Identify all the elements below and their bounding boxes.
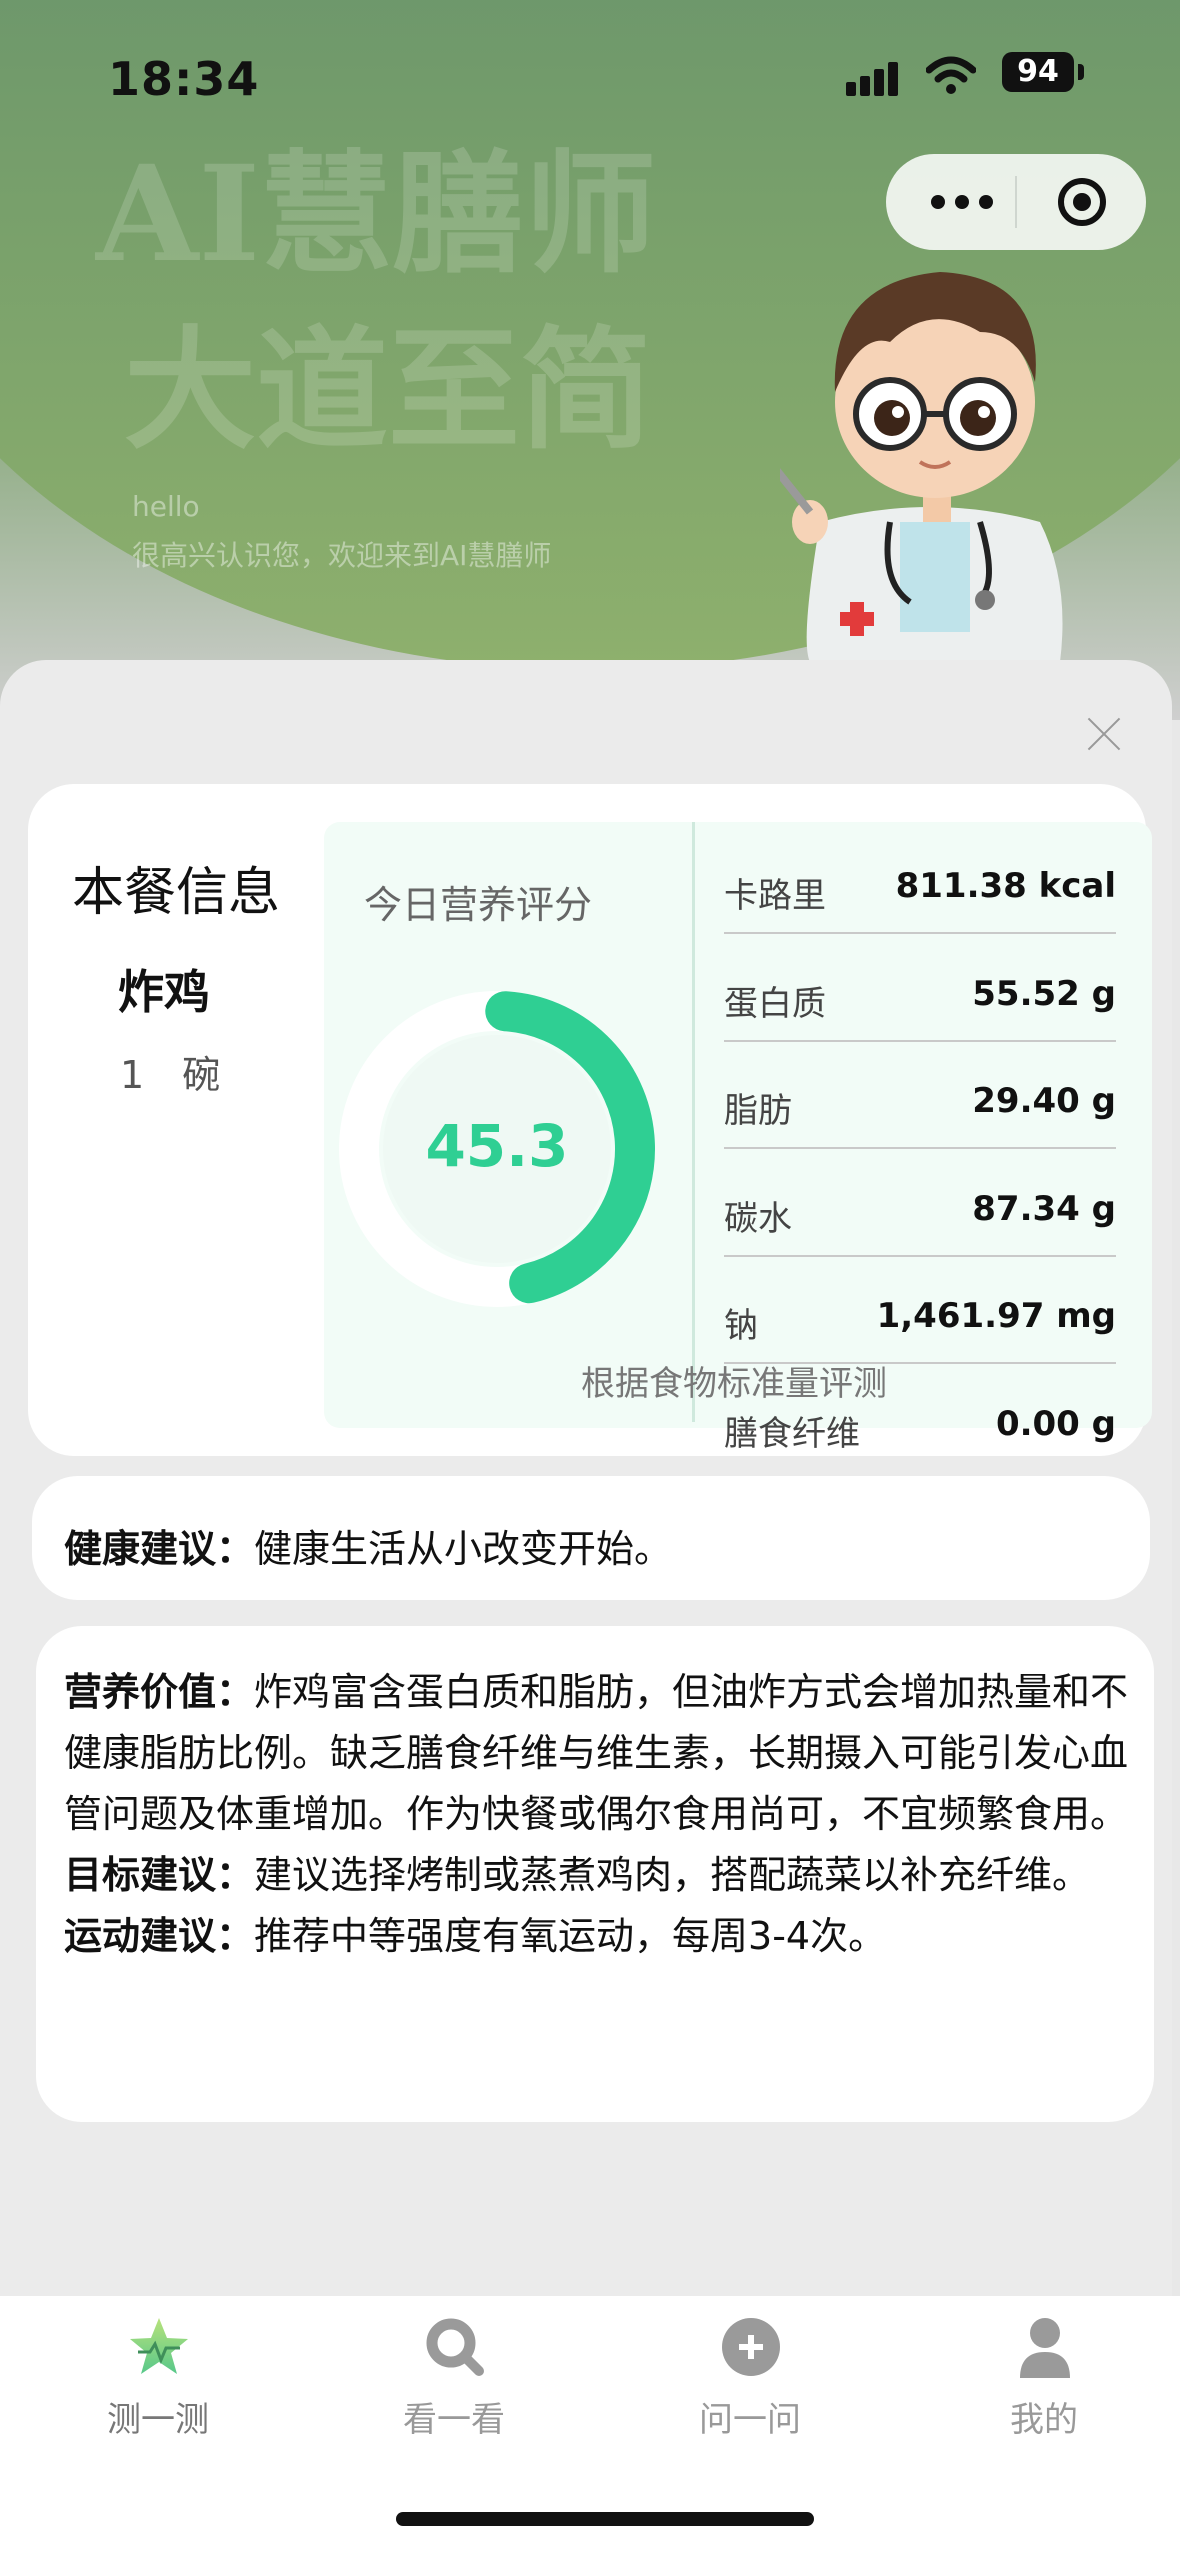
magnifier-icon: [426, 2318, 484, 2376]
nutrient-value: 55.52 g: [972, 973, 1116, 1014]
tab-mine-label: 我的: [1010, 2400, 1078, 2440]
miniprogram-capsule: [886, 154, 1146, 250]
nutrient-name: 膳食纤维: [724, 1414, 860, 1454]
health-advice: 健康建议：健康生活从小改变开始。: [64, 1518, 672, 1573]
tab-ask[interactable]: 问一问: [640, 2316, 860, 2446]
signal-icon: [846, 60, 908, 96]
status-time: 18:34: [108, 52, 260, 106]
hero-title-line2: 大道至简: [124, 313, 652, 468]
home-indicator: [396, 2512, 814, 2526]
nutrient-row: 卡路里 811.38 kcal: [724, 848, 1116, 934]
nutrient-value: 87.34 g: [972, 1188, 1116, 1229]
star-pulse-icon: [130, 2318, 188, 2374]
nutrient-value: 29.40 g: [972, 1081, 1116, 1122]
more-icon[interactable]: [920, 184, 1004, 220]
nutrient-name: 蛋白质: [724, 983, 826, 1024]
tab-measure-label: 测一测: [107, 2400, 209, 2440]
health-advice-text: 健康生活从小改变开始。: [254, 1527, 673, 1571]
nutrient-name: 卡路里: [724, 876, 826, 916]
battery-icon: [1078, 64, 1084, 80]
nutrient-divider: [724, 932, 1116, 934]
nutrient-value: 1,461.97 mg: [876, 1296, 1116, 1337]
user-icon: [1020, 2318, 1070, 2378]
nutrient-divider: [724, 1254, 1116, 1257]
meal-info-title: 本餐信息: [72, 863, 281, 923]
close-target-icon[interactable]: [1056, 176, 1108, 228]
close-icon[interactable]: [1086, 716, 1122, 752]
wifi-icon: [926, 56, 976, 94]
evaluation-note: 根据食物标准量评测: [581, 1364, 887, 1404]
doctor-mascot-illustration: [780, 272, 1063, 662]
hero-title-line1: AI慧膳师: [96, 137, 657, 292]
tab-measure[interactable]: 测一测: [48, 2316, 268, 2446]
exercise-advice-label: 运动建议：: [64, 1914, 255, 1958]
nutrient-value: 811.38 kcal: [895, 866, 1116, 906]
nutrient-row: 脂肪 29.40 g: [724, 1063, 1116, 1150]
hero-hello: hello: [132, 490, 200, 523]
tab-mine[interactable]: 我的: [934, 2316, 1154, 2446]
health-advice-label: 健康建议：: [64, 1527, 255, 1571]
tab-browse-label: 看一看: [403, 2400, 505, 2440]
nutrient-name: 脂肪: [724, 1091, 792, 1132]
nutrient-divider: [724, 1147, 1116, 1150]
nutrition-value-label: 营养价值：: [64, 1670, 255, 1714]
nutrient-value: 0.00 g: [995, 1404, 1116, 1444]
score-label: 今日营养评分: [364, 883, 593, 927]
nutrient-row: 碳水 87.34 g: [724, 1171, 1116, 1257]
goal-advice-label: 目标建议：: [64, 1853, 255, 1897]
nutrition-detail-text: 营养价值：炸鸡富含蛋白质和脂肪，但油炸方式会增加热量和不健康脂肪比例。缺乏膳食纤…: [64, 1662, 1132, 1967]
nutrient-divider: [724, 1039, 1116, 1042]
food-quantity: 1 碗: [120, 1053, 221, 1097]
tab-browse[interactable]: 看一看: [344, 2316, 564, 2446]
nutrient-row: 钠 1,461.97 mg: [724, 1278, 1116, 1365]
battery-level: 94: [1002, 52, 1074, 92]
capsule-divider: [1015, 176, 1017, 228]
nutrient-name: 钠: [724, 1306, 758, 1347]
food-name: 炸鸡: [118, 965, 210, 1019]
nutrient-row: 蛋白质 55.52 g: [724, 956, 1116, 1042]
score-value: 45.3: [425, 1112, 569, 1180]
nutrient-name: 碳水: [724, 1198, 792, 1239]
hero-welcome-text: 很高兴认识您，欢迎来到AI慧膳师: [132, 539, 552, 572]
panel-divider: [692, 822, 695, 1422]
plus-circle-icon: [722, 2318, 780, 2376]
exercise-advice-text: 推荐中等强度有氧运动，每周3-4次。: [254, 1914, 887, 1958]
goal-advice-text: 建议选择烤制或蒸煮鸡肉，搭配蔬菜以补充纤维。: [254, 1853, 1091, 1897]
tab-ask-label: 问一问: [699, 2400, 801, 2440]
